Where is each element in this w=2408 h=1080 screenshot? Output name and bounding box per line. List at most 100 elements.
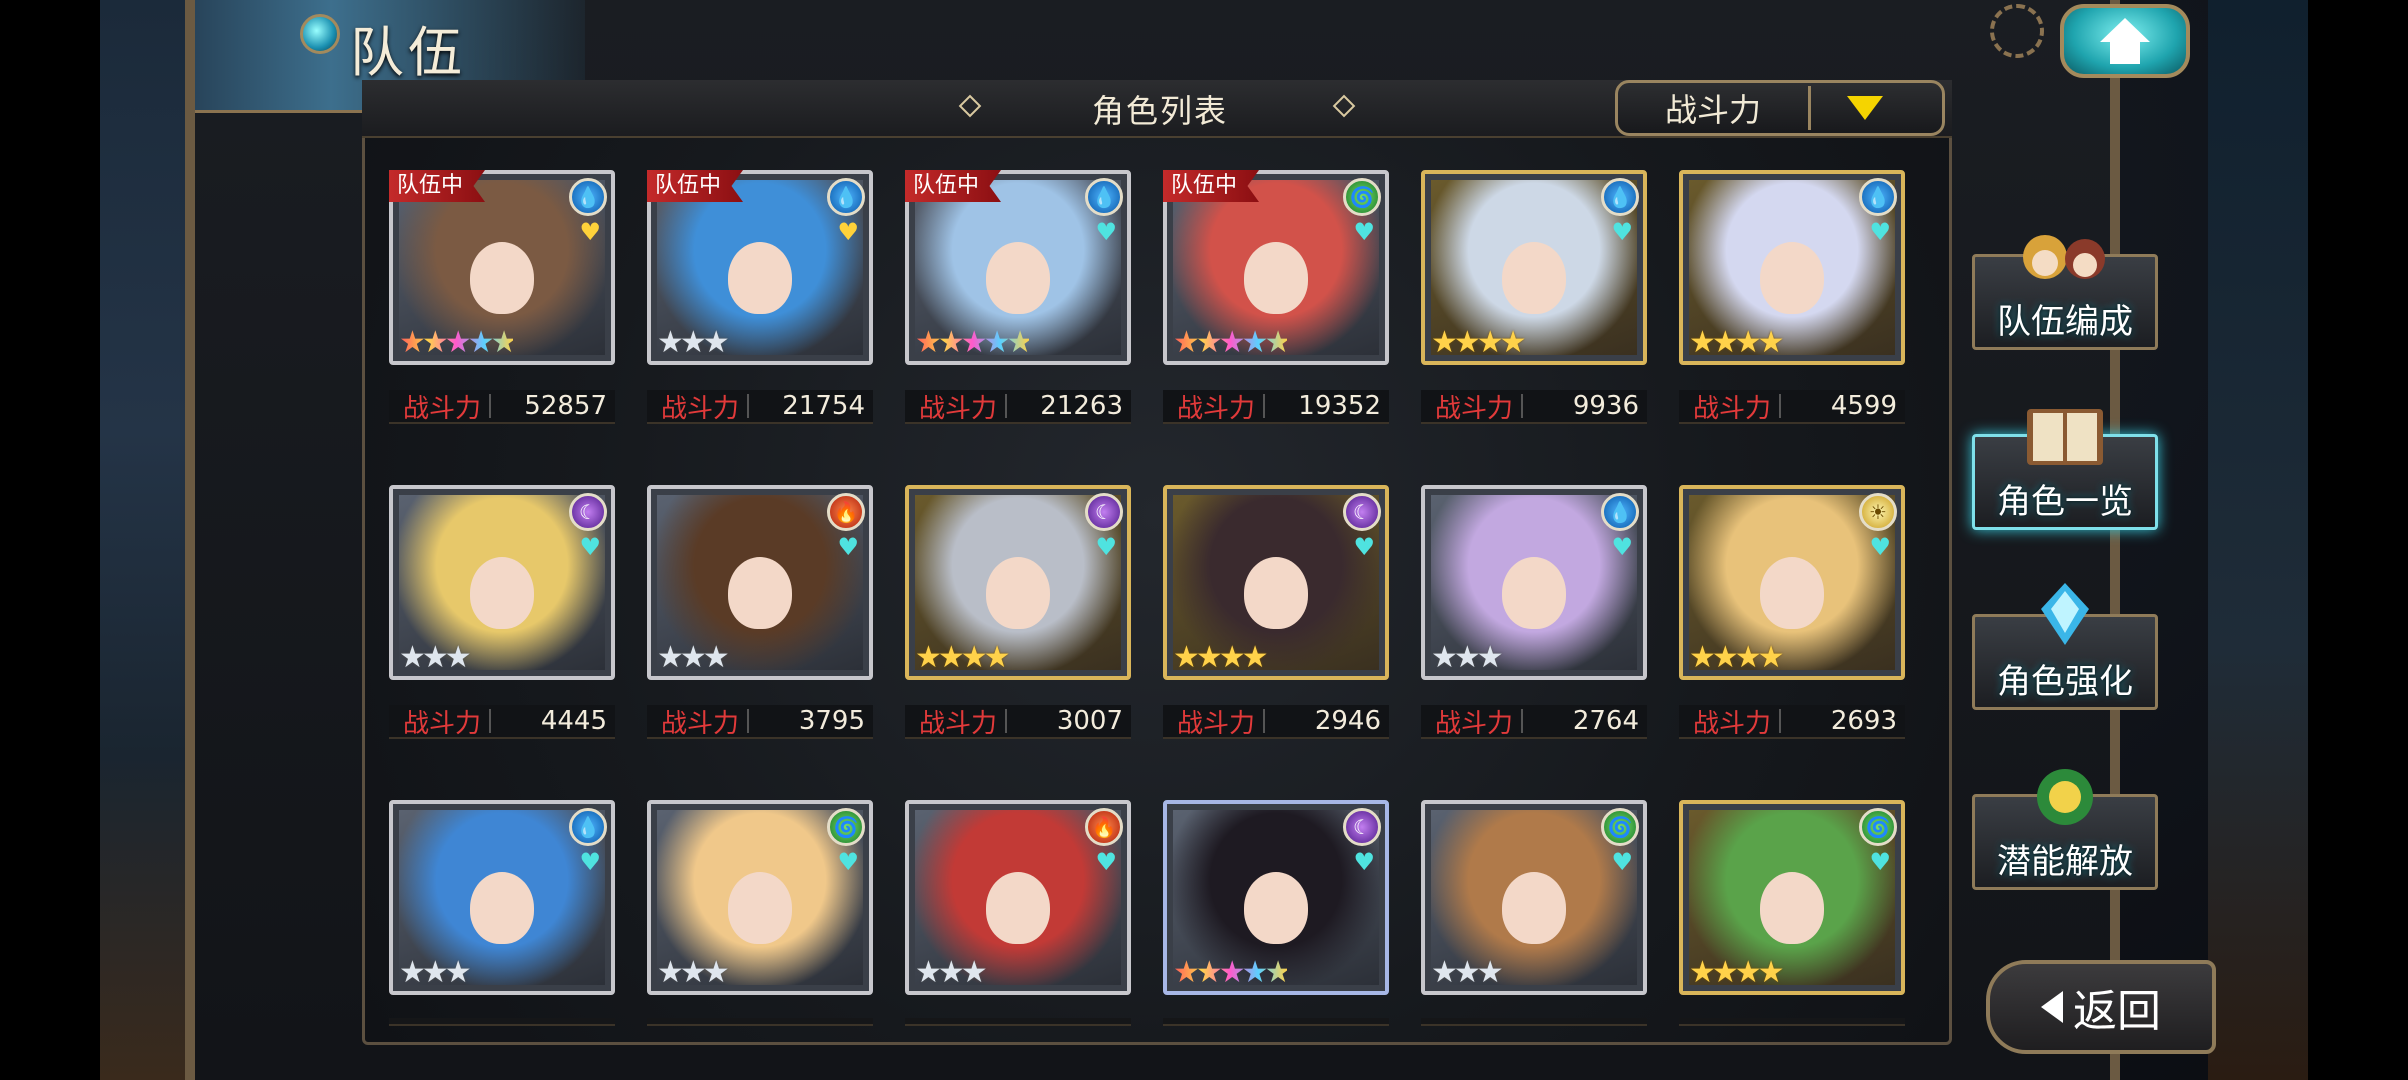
character-card[interactable]: 🌀 ♥ ★★★: [647, 800, 873, 995]
character-card[interactable]: 💧 ♥ ★★★: [389, 800, 615, 995]
character-card[interactable]: ☾ ♥ ★★★: [389, 485, 615, 680]
portrait-face: [728, 242, 792, 314]
home-button[interactable]: [2060, 4, 2190, 78]
portrait-face: [728, 872, 792, 944]
light-element-icon: ☀: [1859, 493, 1897, 531]
power-value: 19352: [1298, 391, 1381, 421]
sort-divider: [1808, 86, 1811, 130]
power-divider: [489, 709, 492, 733]
character-card[interactable]: 🔥 ♥ ★★★: [905, 800, 1131, 995]
power-value: 2693: [1830, 706, 1897, 736]
rarity-stars: ★★★★★: [399, 325, 518, 360]
portrait-face: [1760, 872, 1824, 944]
dark-element-icon: ☾: [1343, 493, 1381, 531]
portrait-face: [1760, 557, 1824, 629]
dark-element-icon: ☾: [1343, 808, 1381, 846]
side-menu-label: 队伍编成: [1997, 302, 2133, 342]
character-enhance-button[interactable]: 角色强化: [1972, 583, 2158, 710]
character-card[interactable]: 🌀 ♥ ★★★★: [1679, 800, 1905, 995]
rarity-stars: ★★★★: [1431, 325, 1527, 360]
fire-element-icon: 🔥: [827, 493, 865, 531]
back-button[interactable]: 返回: [1986, 960, 2216, 1054]
power-label: 战斗力: [403, 708, 482, 739]
in-party-badge: 队伍中: [389, 170, 486, 202]
character-card[interactable]: 💧 ♥ ★★★★: [1679, 170, 1905, 365]
character-card[interactable]: ☾ ♥ ★★★★: [905, 485, 1131, 680]
portrait-face: [1244, 242, 1308, 314]
power-divider: [1521, 394, 1524, 418]
rarity-stars: ★★★: [399, 640, 472, 675]
in-party-badge: 队伍中: [905, 170, 1002, 202]
rarity-stars: ★★★: [915, 955, 988, 990]
rarity-stars: ★★★★: [915, 640, 1011, 675]
portrait-face: [1760, 242, 1824, 314]
character-card[interactable]: 队伍中 🌀 ♥ ★★★★★: [1163, 170, 1389, 365]
character-card[interactable]: 🔥 ♥ ★★★: [647, 485, 873, 680]
portrait-face: [986, 557, 1050, 629]
dropdown-triangle-icon: [1847, 96, 1883, 120]
dark-element-icon: ☾: [1085, 493, 1123, 531]
power-row: 战斗力 4599: [1679, 390, 1905, 424]
power-divider: [1263, 709, 1266, 733]
power-row: 战斗力 21263: [905, 390, 1131, 424]
character-card[interactable]: ☾ ♥ ★★★★: [1163, 485, 1389, 680]
power-label: 战斗力: [1693, 708, 1772, 739]
portrait-face: [470, 242, 534, 314]
power-label: 战斗力: [1435, 708, 1514, 739]
character-card[interactable]: 🌀 ♥ ★★★: [1421, 800, 1647, 995]
portrait-face: [1244, 557, 1308, 629]
water-element-icon: 💧: [1859, 178, 1897, 216]
gear-ornament-icon: [1990, 4, 2044, 58]
character-card[interactable]: 队伍中 💧 ♥ ★★★★★: [389, 170, 615, 365]
rarity-stars: ★★★★★: [1173, 955, 1292, 990]
power-row: [389, 1018, 615, 1026]
character-card[interactable]: 💧 ♥ ★★★★: [1421, 170, 1647, 365]
wind-element-icon: 🌀: [1859, 808, 1897, 846]
portrait-face: [1502, 557, 1566, 629]
power-row: 战斗力 2764: [1421, 705, 1647, 739]
dark-element-icon: ☾: [569, 493, 607, 531]
character-card[interactable]: 队伍中 💧 ♥ ★★★★★: [905, 170, 1131, 365]
power-row: [905, 1018, 1131, 1026]
power-row: [1163, 1018, 1389, 1026]
book-icon: [2015, 399, 2115, 469]
character-card[interactable]: ☀ ♥ ★★★★: [1679, 485, 1905, 680]
power-divider: [1263, 394, 1266, 418]
rarity-stars: ★★★★★: [915, 325, 1034, 360]
back-button-label: 返回: [2073, 986, 2161, 1037]
power-row: 战斗力 4445: [389, 705, 615, 739]
power-value: 2946: [1314, 706, 1381, 736]
characters-icon: [2015, 219, 2115, 289]
team-formation-button[interactable]: 队伍编成: [1972, 235, 2158, 350]
sort-label: 战斗力: [1664, 91, 1761, 129]
power-value: 52857: [524, 391, 607, 421]
heart-icon: ♥: [837, 848, 859, 876]
panel-title: 角色列表: [1091, 92, 1228, 130]
side-menu-label: 角色强化: [1997, 662, 2133, 702]
water-element-icon: 💧: [827, 178, 865, 216]
character-card[interactable]: 队伍中 💧 ♥ ★★★: [647, 170, 873, 365]
heart-icon: ♥: [579, 533, 601, 561]
fire-element-icon: 🔥: [1085, 808, 1123, 846]
power-divider: [489, 394, 492, 418]
character-card[interactable]: ☾ ♥ ★★★★★: [1163, 800, 1389, 995]
page-title: 队伍: [350, 21, 466, 84]
rarity-stars: ★★★: [1431, 640, 1504, 675]
power-row: 战斗力 3007: [905, 705, 1131, 739]
sort-dropdown[interactable]: 战斗力: [1615, 80, 1945, 136]
power-row: 战斗力 9936: [1421, 390, 1647, 424]
heart-icon: ♥: [1869, 533, 1891, 561]
power-divider: [1005, 394, 1008, 418]
potential-release-button[interactable]: 潜能解放: [1972, 769, 2158, 890]
character-list-button[interactable]: 角色一览: [1972, 409, 2158, 530]
back-arrow-icon: [2041, 991, 2063, 1023]
heart-icon: ♥: [1095, 218, 1117, 246]
home-icon: [2100, 18, 2150, 64]
heart-icon: ♥: [1353, 848, 1375, 876]
power-label: 战斗力: [1435, 393, 1514, 424]
heart-icon: ♥: [579, 848, 601, 876]
power-divider: [1521, 709, 1524, 733]
character-card[interactable]: 💧 ♥ ★★★: [1421, 485, 1647, 680]
power-row: 战斗力 52857: [389, 390, 615, 424]
portrait-face: [470, 872, 534, 944]
